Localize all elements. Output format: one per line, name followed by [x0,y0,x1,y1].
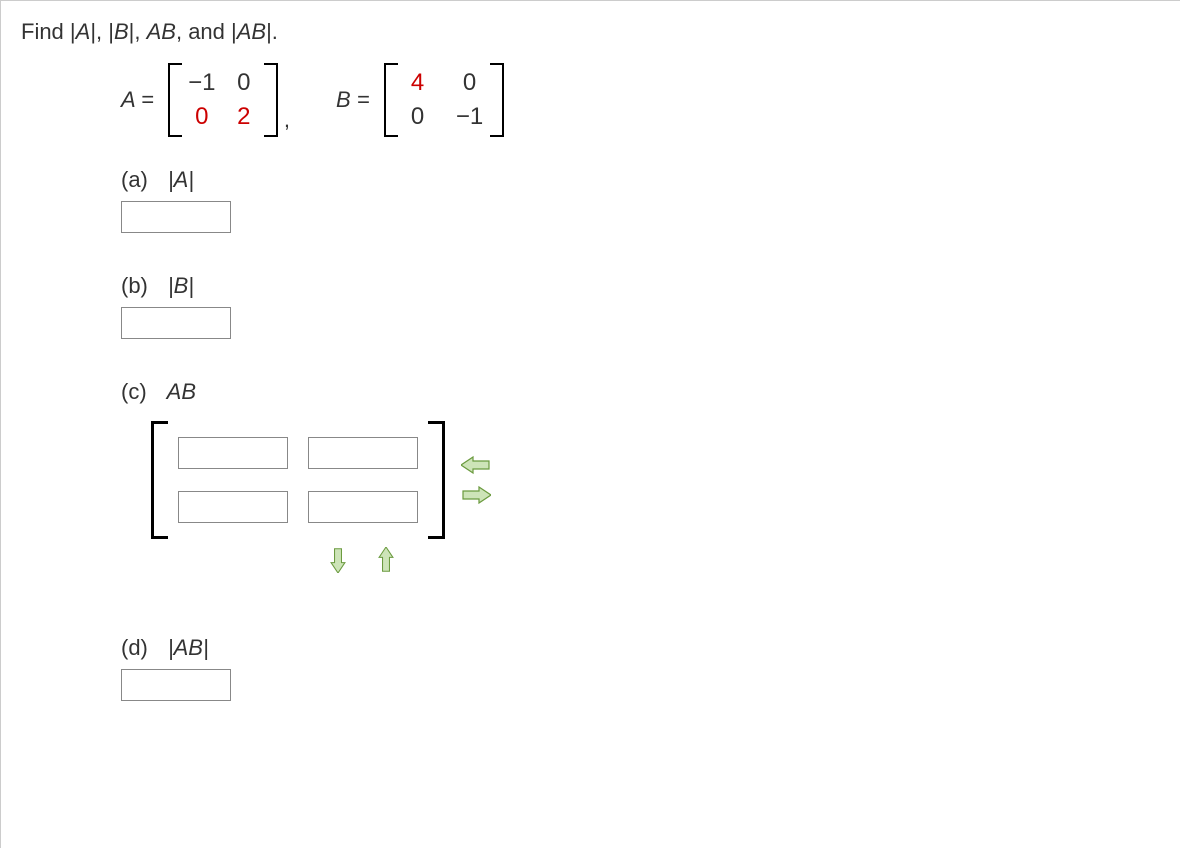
text: , and | [176,19,237,44]
matrix-B: 4 0 0 −1 [384,63,504,137]
var-A: A [76,19,91,44]
matrix-A: −1 0 0 2 [168,63,278,137]
cell-a22: 2 [230,103,258,131]
part-d-text: |AB| [168,635,209,661]
matrix-B-label: B = [336,87,370,113]
part-d: (d) |AB| [121,635,1160,701]
arrow-left-icon [461,452,491,478]
cell-a11: −1 [188,69,216,97]
part-a: (a) ||A|A| [121,167,1160,233]
add-row-button[interactable] [321,545,355,575]
column-controls [445,450,493,510]
part-a-text: ||A|A| [168,167,194,193]
bracket-icon [428,421,445,539]
cell-b22: −1 [456,103,484,131]
cell-b11: 4 [404,69,432,97]
part-c-label: (c) [121,379,147,405]
answer-input-d[interactable] [121,669,231,701]
cell-a12: 0 [230,69,258,97]
row-controls [321,545,1160,575]
answer-input-a[interactable] [121,201,231,233]
cell-b12: 0 [456,69,484,97]
cell-b21: 0 [404,103,432,131]
part-b: (b) |B| [121,273,1160,339]
bracket-icon [264,63,278,137]
part-c-text: AB [167,379,196,405]
arrow-down-icon [323,547,353,573]
arrow-up-icon [371,547,401,573]
answer-input-b[interactable] [121,307,231,339]
matrix-A-cells: −1 0 0 2 [182,63,264,137]
var-B: B [114,19,129,44]
part-d-label: (d) [121,635,148,661]
var-AB: AB [237,19,266,44]
matrix-cell-input-22[interactable] [308,491,418,523]
matrix-cell-input-11[interactable] [178,437,288,469]
cell-a21: 0 [188,103,216,131]
matrix-cell-input-21[interactable] [178,491,288,523]
question-container: Find |A|, |B|, AB, and |AB|. A = −1 0 0 … [0,0,1180,848]
matrix-B-cells: 4 0 0 −1 [398,63,490,137]
matrix-A-label: A = [121,87,154,113]
arrow-right-icon [461,482,491,508]
matrices-definition: A = −1 0 0 2 , B = 4 0 0 −1 [121,63,1160,137]
var-AB: AB [147,19,176,44]
part-a-label: (a) [121,167,148,193]
part-b-label: (b) [121,273,148,299]
text: |, [129,19,147,44]
matrix-answer [151,421,445,539]
bracket-icon [168,63,182,137]
part-c: (c) AB [121,379,1160,575]
matrix-cell-input-12[interactable] [308,437,418,469]
comma: , [284,107,290,137]
bracket-icon [151,421,168,539]
bracket-icon [490,63,504,137]
remove-row-button[interactable] [369,545,403,575]
part-b-text: |B| [168,273,194,299]
text: |. [266,19,278,44]
bracket-icon [384,63,398,137]
prompt-text: Find |A|, |B|, AB, and |AB|. [21,19,1160,45]
add-column-button[interactable] [459,480,493,510]
remove-column-button[interactable] [459,450,493,480]
text: Find | [21,19,76,44]
text: |, | [90,19,114,44]
